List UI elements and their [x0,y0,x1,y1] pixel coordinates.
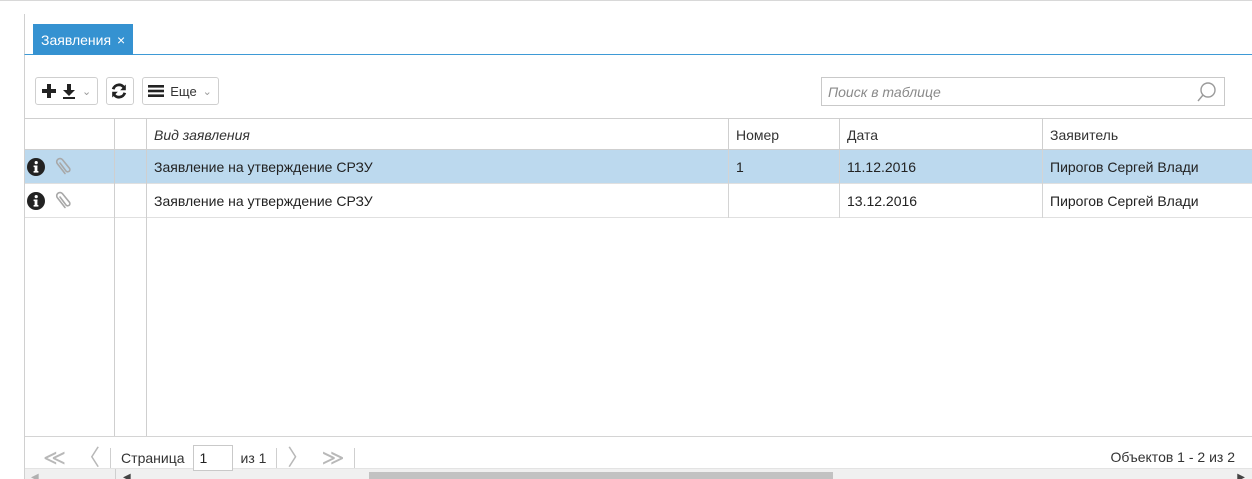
row-actions [25,150,114,184]
row-actions-column [25,119,115,437]
last-page-icon[interactable]: ≫ [321,447,344,469]
cell-number [729,184,840,218]
chevron-down-icon[interactable]: ⌄ [82,85,91,98]
menu-icon [147,81,165,101]
tab-bar: Заявления × [24,14,1252,55]
tab-close-icon[interactable]: × [117,33,125,47]
next-page-icon[interactable]: 〉 [287,447,309,469]
more-menu-button[interactable]: Еще ⌄ [142,77,219,105]
page-label: Страница [121,450,185,466]
cell-type: Заявление на утверждение СРЗУ [147,150,729,184]
cell-type: Заявление на утверждение СРЗУ [147,184,729,218]
applications-panel: ⌄ Еще ⌄ Поиск в таблице Вид заявления Но… [24,55,1252,479]
tab-label: Заявления [41,31,112,48]
row-actions [25,184,114,218]
cell-number: 1 [729,150,840,184]
cell-applicant: Пирогов Сергей Влади [1050,193,1199,209]
table-search [821,77,1225,106]
pager-separator [276,448,278,468]
row-selector[interactable] [115,184,146,218]
column-header-date[interactable]: Дата [840,119,1043,150]
cell-date: 11.12.2016 [840,150,1043,184]
object-count: Объектов 1 - 2 из 2 [1110,449,1235,465]
paperclip-icon[interactable] [55,157,73,177]
search-input[interactable] [822,78,1182,105]
cell-applicant: Пирогов Сергей Влади [1050,159,1199,175]
row-actions-header [25,119,114,150]
more-label: Еще [170,83,197,99]
paperclip-icon[interactable] [55,191,73,211]
window-top-border [0,0,1252,14]
column-header-type[interactable]: Вид заявления [147,119,729,150]
first-page-icon[interactable]: ≪ [43,447,66,469]
row-selector[interactable] [115,150,146,184]
page-total-label: из 1 [240,450,267,466]
pager-separator [354,448,356,468]
search-icon[interactable] [1196,81,1218,103]
column-header-number[interactable]: Номер [729,119,840,150]
refresh-icon[interactable] [110,81,128,101]
info-icon[interactable] [27,157,45,176]
chevron-down-icon: ⌄ [202,85,212,98]
table-row[interactable]: Заявление на утверждение СРЗУ 13.12.2016… [147,184,1252,218]
add-export-group: ⌄ [35,77,99,105]
table-header-row: Вид заявления Номер Дата Заявитель [147,119,1252,150]
page-number-input[interactable] [192,445,233,471]
row-selector-header [115,119,146,150]
table-body: Вид заявления Номер Дата Заявитель Заявл… [147,119,1252,437]
add-icon[interactable] [40,81,58,101]
prev-page-icon[interactable]: 〈 [78,447,100,469]
pagination-bar: ≪ 〈 Страница из 1 〉 ≫ Объектов 1 - 2 из … [25,436,1252,479]
column-header-applicant[interactable]: Заявитель [1043,119,1252,150]
row-selector-column [115,119,147,437]
info-icon[interactable] [27,191,45,210]
toolbar: ⌄ Еще ⌄ [35,76,227,106]
tab-applications[interactable]: Заявления × [33,24,134,55]
download-icon[interactable] [60,81,78,101]
data-grid: Вид заявления Номер Дата Заявитель Заявл… [25,118,1252,479]
cell-date: 13.12.2016 [840,184,1043,218]
table-row[interactable]: Заявление на утверждение СРЗУ 1 11.12.20… [147,150,1252,184]
pager-separator [110,448,112,468]
refresh-group [106,77,135,105]
